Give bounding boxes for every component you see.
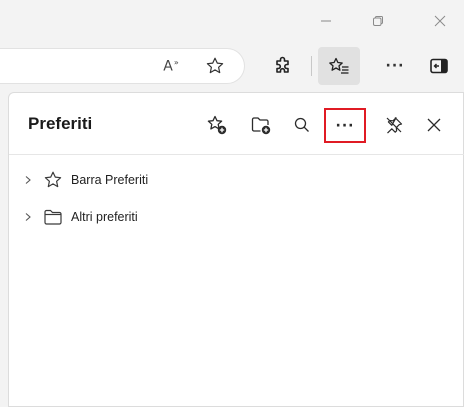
- minimize-icon: [321, 20, 331, 22]
- search-favorites-button[interactable]: [288, 111, 316, 139]
- add-current-page-icon: [207, 115, 227, 135]
- favorites-bar-folder[interactable]: Barra Preferiti: [9, 165, 464, 195]
- chevron-right-icon[interactable]: [21, 173, 35, 187]
- star-icon: [41, 168, 65, 192]
- more-options-icon: ···: [335, 117, 355, 134]
- add-folder-icon: [251, 117, 271, 135]
- restore-icon: [373, 16, 383, 26]
- extensions-puzzle-icon: [276, 56, 289, 73]
- add-favorite-star-icon: [206, 57, 224, 74]
- favorites-panel-header: Preferiti ···: [9, 93, 464, 155]
- more-dots-icon: ···: [385, 58, 405, 74]
- add-current-page-button[interactable]: [203, 111, 231, 139]
- favorites-button[interactable]: [318, 47, 360, 85]
- unpin-favorites-button[interactable]: [380, 111, 408, 139]
- favorites-panel: Preferiti ··· Barra Preferiti Altri pref…: [8, 92, 464, 407]
- search-icon: [294, 117, 309, 132]
- sidebar-toggle-icon: [430, 58, 448, 74]
- minimize-button[interactable]: [304, 8, 348, 34]
- tree-item-label: Altri preferiti: [71, 210, 138, 224]
- toolbar-separator: [311, 56, 312, 76]
- other-favorites-folder[interactable]: Altri preferiti: [9, 202, 464, 232]
- extensions-button[interactable]: [268, 51, 298, 81]
- sidebar-toggle-button[interactable]: [424, 51, 454, 81]
- restore-button[interactable]: [356, 8, 400, 34]
- tree-item-label: Barra Preferiti: [71, 173, 149, 187]
- add-favorite-button[interactable]: [200, 51, 230, 81]
- window-close-button[interactable]: [418, 8, 462, 34]
- more-options-button[interactable]: ···: [324, 108, 366, 143]
- close-panel-button[interactable]: [420, 111, 448, 139]
- browser-toolbar: A» ···: [0, 42, 464, 92]
- unpin-icon: [386, 117, 403, 134]
- favorites-list-icon: [329, 57, 349, 74]
- read-aloud-icon: A»: [163, 57, 179, 75]
- folder-icon: [41, 205, 65, 229]
- chevron-right-icon[interactable]: [21, 210, 35, 224]
- settings-more-button[interactable]: ···: [380, 51, 410, 81]
- read-aloud-button[interactable]: A»: [156, 51, 186, 81]
- add-folder-button[interactable]: [247, 111, 275, 139]
- close-icon: [427, 118, 441, 132]
- panel-title: Preferiti: [28, 114, 93, 133]
- window-titlebar: [0, 0, 464, 42]
- close-icon: [434, 15, 446, 27]
